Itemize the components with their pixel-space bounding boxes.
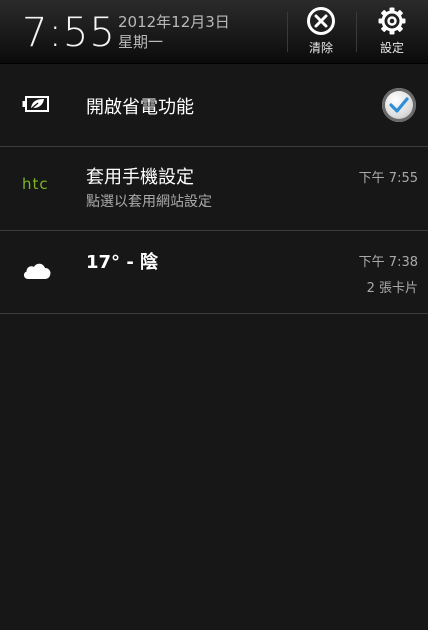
checkmark-icon <box>389 97 409 113</box>
htc-logo: htc <box>22 175 49 193</box>
notification-weather[interactable]: 17° - 陰 下午 7:38 2 張卡片 <box>0 231 428 314</box>
date-block: 2012年12月3日 星期一 <box>118 12 230 52</box>
clear-label: 清除 <box>308 41 333 55</box>
cloud-icon <box>22 262 52 284</box>
header-divider <box>287 12 288 52</box>
notification-list: 開啟省電功能 htc 套用手機設定 點選以套用網站設定 下午 7:55 17° … <box>0 65 428 314</box>
battery-leaf-icon <box>22 94 52 118</box>
htc-time: 下午 7:55 <box>358 171 418 186</box>
header-divider <box>356 12 357 52</box>
weather-time: 下午 7:38 <box>358 255 418 270</box>
weekday-text: 星期一 <box>118 33 164 51</box>
clock-time: 7:55 <box>22 10 116 56</box>
clear-button[interactable]: 清除 <box>291 6 351 60</box>
power-saver-title: 開啟省電功能 <box>86 97 194 118</box>
htc-subtitle: 點選以套用網站設定 <box>86 194 212 210</box>
date-text: 2012年12月3日 <box>118 13 230 31</box>
notification-header: 7:55 2012年12月3日 星期一 清除 設定 <box>0 0 428 64</box>
weather-title: 17° - 陰 <box>86 252 159 273</box>
notification-power-saver[interactable]: 開啟省電功能 <box>0 65 428 147</box>
settings-button[interactable]: 設定 <box>362 6 422 60</box>
close-circle-icon <box>306 6 336 36</box>
settings-label: 設定 <box>379 41 404 55</box>
weather-cards-count: 2 張卡片 <box>366 281 418 296</box>
gear-icon <box>377 6 407 36</box>
power-saver-checkbox[interactable] <box>382 88 416 122</box>
notification-htc-settings[interactable]: htc 套用手機設定 點選以套用網站設定 下午 7:55 <box>0 147 428 231</box>
htc-title: 套用手機設定 <box>86 167 194 188</box>
